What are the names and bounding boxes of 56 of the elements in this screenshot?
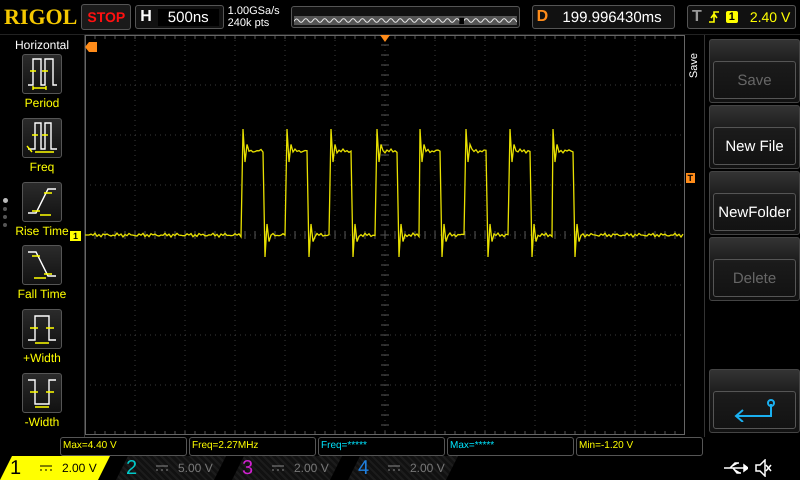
measure-label: Period bbox=[24, 96, 60, 110]
channel-number: 1 bbox=[10, 456, 22, 480]
channel-tab[interactable]: 2 5.00 V bbox=[116, 456, 226, 480]
channel-scale: 2.00 V bbox=[294, 461, 329, 475]
timebase-value: 500ns bbox=[158, 8, 219, 26]
channel-tab[interactable]: 1 2.00 V bbox=[0, 456, 110, 480]
measurement-readout: Max=***** bbox=[447, 437, 574, 456]
measure-button[interactable] bbox=[22, 182, 62, 222]
channel-marker: 1 bbox=[70, 231, 82, 241]
channel-scale: 2.00 V bbox=[410, 461, 445, 475]
memory-depth: 240k pts bbox=[228, 17, 270, 29]
brand-logo: RIGOL bbox=[4, 4, 78, 30]
channel-scale: 5.00 V bbox=[178, 461, 213, 475]
channel-number: 2 bbox=[126, 456, 138, 480]
delay-value: 199.996430ms bbox=[561, 8, 663, 26]
channel-number: 4 bbox=[358, 456, 370, 480]
speaker-muted-icon bbox=[754, 459, 772, 477]
measure-label: -Width bbox=[24, 415, 60, 430]
measure-button[interactable] bbox=[22, 54, 62, 94]
delay-key: D bbox=[536, 8, 548, 26]
dc-coupling-icon bbox=[388, 465, 400, 471]
time-marker-icon bbox=[85, 42, 97, 52]
menu-title: Save bbox=[688, 53, 700, 78]
measure-label: Fall Time bbox=[18, 287, 66, 302]
dc-coupling-icon bbox=[272, 465, 284, 471]
dc-coupling-icon bbox=[156, 465, 168, 471]
measure-button[interactable] bbox=[22, 245, 62, 286]
timebase-key: H bbox=[140, 8, 152, 26]
usb-icon bbox=[722, 461, 748, 475]
sample-rate: 1.00GSa/s bbox=[228, 5, 281, 17]
measurement-readout: Freq=2.27MHz bbox=[189, 437, 316, 456]
channel-tab[interactable]: 4 2.00 V bbox=[348, 456, 458, 480]
menu-button[interactable]: New File bbox=[709, 105, 800, 169]
measurement-readout: Freq=***** bbox=[318, 437, 445, 456]
trigger-position-icon bbox=[380, 35, 390, 42]
measure-button[interactable] bbox=[22, 118, 62, 158]
measure-button[interactable] bbox=[22, 373, 62, 414]
measurement-readout: Min=-1.20 V bbox=[576, 437, 703, 456]
channel-tab[interactable]: 3 2.00 V bbox=[232, 456, 342, 480]
menu-button[interactable]: NewFolder bbox=[709, 171, 800, 235]
run-status[interactable]: STOP bbox=[81, 4, 132, 30]
measure-label: Rise Time bbox=[15, 224, 69, 238]
measure-label: +Width bbox=[23, 351, 61, 366]
rising-edge-icon bbox=[708, 10, 720, 24]
sidebar-title: Horizontal bbox=[14, 38, 70, 52]
channel-number: 3 bbox=[242, 456, 254, 480]
measure-label: Freq bbox=[30, 160, 54, 174]
trigger-key: T bbox=[692, 8, 702, 26]
back-button[interactable] bbox=[709, 369, 800, 433]
dc-coupling-icon bbox=[40, 465, 52, 471]
trigger-level: 2.40 V bbox=[750, 9, 790, 25]
trigger-source: 1 bbox=[726, 11, 738, 23]
measurement-readout: Max=4.40 V bbox=[60, 437, 187, 456]
channel-scale: 2.00 V bbox=[62, 461, 97, 475]
trigger-level-marker: T bbox=[686, 173, 695, 183]
measure-button[interactable] bbox=[22, 309, 62, 350]
